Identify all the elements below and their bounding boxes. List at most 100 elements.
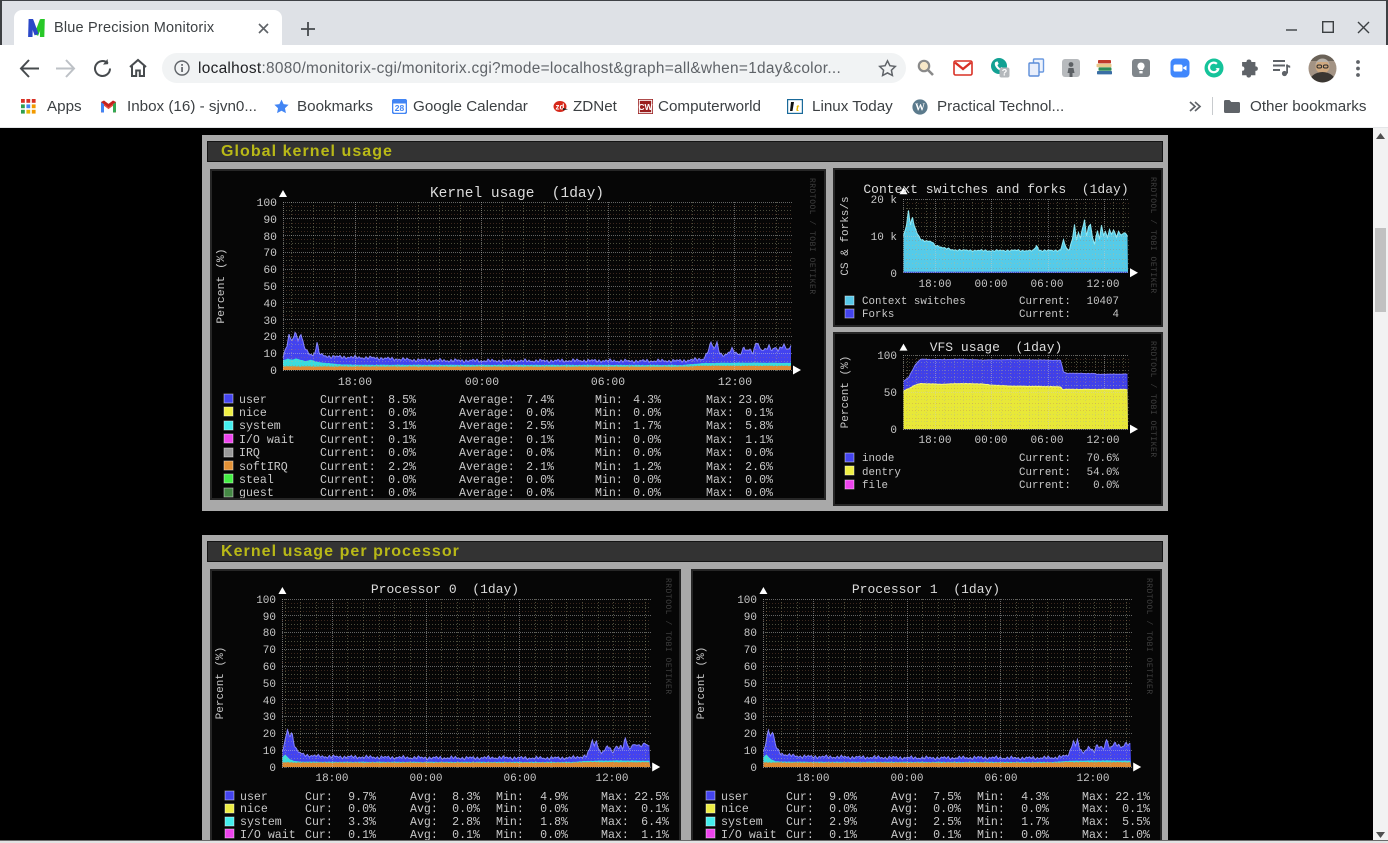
svg-text:Average:: Average: <box>459 461 515 474</box>
svg-text:6.4%: 6.4% <box>641 816 669 829</box>
svg-text:Percent (%): Percent (%) <box>216 248 228 323</box>
svg-text:Average:: Average: <box>459 487 515 498</box>
svg-text:?: ? <box>1002 68 1008 78</box>
svg-text:80: 80 <box>263 232 277 244</box>
svg-text:0.0%: 0.0% <box>1021 803 1049 816</box>
svg-text:Average:: Average: <box>459 420 515 433</box>
svg-text:8.5%: 8.5% <box>388 394 416 407</box>
svg-text:Max:: Max: <box>1082 803 1110 816</box>
svg-text:06:00: 06:00 <box>1030 435 1063 447</box>
svg-text:nice: nice <box>239 407 267 420</box>
svg-text:30: 30 <box>263 316 277 328</box>
svg-text:3.3%: 3.3% <box>348 816 376 829</box>
svg-text:Average:: Average: <box>459 474 515 487</box>
svg-text:Min:: Min: <box>496 803 524 816</box>
svg-text:Max:: Max: <box>706 474 734 487</box>
svg-text:12:00: 12:00 <box>1076 773 1109 785</box>
svg-text:0.0%: 0.0% <box>348 803 376 816</box>
svg-text:18:00: 18:00 <box>315 773 348 785</box>
svg-text:2.5%: 2.5% <box>526 420 554 433</box>
svg-text:0: 0 <box>890 269 897 281</box>
svg-text:Current:: Current: <box>1019 453 1071 465</box>
svg-text:Current:: Current: <box>320 487 376 498</box>
svg-text:20: 20 <box>263 729 276 741</box>
svg-text:2.9%: 2.9% <box>829 816 857 829</box>
svg-text:0.0%: 0.0% <box>388 474 416 487</box>
svg-text:Max:: Max: <box>706 461 734 474</box>
svg-text:06:00: 06:00 <box>984 773 1017 785</box>
svg-text:Current:: Current: <box>320 394 376 407</box>
svg-text:30: 30 <box>263 712 276 724</box>
svg-text:0.1%: 0.1% <box>1122 803 1150 816</box>
svg-text:Min:: Min: <box>595 434 623 447</box>
svg-text:70: 70 <box>744 645 757 657</box>
svg-text:1.7%: 1.7% <box>1021 816 1049 829</box>
svg-text:system: system <box>721 816 763 829</box>
svg-text:0.0%: 0.0% <box>933 803 961 816</box>
svg-text:100: 100 <box>737 595 757 607</box>
svg-text:Avg:: Avg: <box>410 803 438 816</box>
svg-text:0.0%: 0.0% <box>745 447 773 460</box>
svg-text:RRDTOOL / TOBI OETIKER: RRDTOOL / TOBI OETIKER <box>1148 177 1157 294</box>
svg-text:2.2%: 2.2% <box>388 461 416 474</box>
svg-text:12:00: 12:00 <box>1086 279 1119 291</box>
svg-text:Cur:: Cur: <box>786 816 814 829</box>
svg-text:Current:: Current: <box>1019 467 1071 479</box>
svg-text:2.1%: 2.1% <box>526 461 554 474</box>
svg-text:Current:: Current: <box>320 407 376 420</box>
svg-text:Max:: Max: <box>601 803 629 816</box>
svg-text:Cur:: Cur: <box>786 803 814 816</box>
svg-text:2.5%: 2.5% <box>933 816 961 829</box>
svg-text:4.3%: 4.3% <box>633 394 661 407</box>
svg-text:inode: inode <box>862 453 894 465</box>
svg-text:Current:: Current: <box>320 420 376 433</box>
svg-text:RRDTOOL / TOBI OETIKER: RRDTOOL / TOBI OETIKER <box>1144 578 1153 695</box>
svg-text:0: 0 <box>750 763 757 775</box>
svg-text:CW: CW <box>638 102 653 112</box>
svg-text:70: 70 <box>263 645 276 657</box>
svg-text:0.0%: 0.0% <box>388 447 416 460</box>
svg-text:40: 40 <box>744 696 757 708</box>
svg-text:10407: 10407 <box>1087 296 1119 308</box>
svg-text:Min:: Min: <box>977 816 1005 829</box>
svg-text:0.0%: 0.0% <box>388 407 416 420</box>
svg-text:Forks: Forks <box>862 309 894 321</box>
svg-text:5.8%: 5.8% <box>745 420 773 433</box>
svg-text:00:00: 00:00 <box>974 435 1007 447</box>
svg-text:1.8%: 1.8% <box>540 816 568 829</box>
svg-text:Processor 1 (1day): Processor 1 (1day) <box>852 582 1000 597</box>
svg-text:Processor 0 (1day): Processor 0 (1day) <box>371 582 519 597</box>
svg-text:90: 90 <box>263 215 277 227</box>
svg-text:Max:: Max: <box>706 420 734 433</box>
svg-text:Min:: Min: <box>595 447 623 460</box>
svg-text:90: 90 <box>744 612 757 624</box>
svg-text:0.0%: 0.0% <box>633 447 661 460</box>
svg-text:steal: steal <box>239 474 274 487</box>
svg-text:Current:: Current: <box>320 447 376 460</box>
svg-text:nice: nice <box>721 803 749 816</box>
svg-text:20 k: 20 k <box>871 195 898 207</box>
svg-text:00:00: 00:00 <box>890 773 923 785</box>
svg-text:RRDTOOL / TOBI OETIKER: RRDTOOL / TOBI OETIKER <box>663 578 672 695</box>
svg-text:Current:: Current: <box>1019 480 1071 492</box>
svg-text:60: 60 <box>263 662 276 674</box>
svg-text:10: 10 <box>263 746 276 758</box>
svg-text:90: 90 <box>263 612 276 624</box>
svg-text:Min:: Min: <box>595 420 623 433</box>
svg-text:Min:: Min: <box>595 474 623 487</box>
svg-text:10 k: 10 k <box>871 232 898 244</box>
svg-text:23.0%: 23.0% <box>738 394 773 407</box>
svg-text:0: 0 <box>890 425 897 437</box>
svg-text:0.0%: 0.0% <box>1093 480 1119 492</box>
svg-text:1.7%: 1.7% <box>633 420 661 433</box>
svg-text:40: 40 <box>263 299 277 311</box>
svg-text:12:00: 12:00 <box>718 377 752 389</box>
svg-text:3.1%: 3.1% <box>388 420 416 433</box>
svg-text:0.1%: 0.1% <box>526 434 554 447</box>
svg-text:dentry: dentry <box>862 467 901 479</box>
svg-text:Max:: Max: <box>706 447 734 460</box>
svg-text:0: 0 <box>269 763 276 775</box>
svg-text:100: 100 <box>877 351 897 363</box>
svg-text:40: 40 <box>263 696 276 708</box>
svg-text:2.6%: 2.6% <box>745 461 773 474</box>
